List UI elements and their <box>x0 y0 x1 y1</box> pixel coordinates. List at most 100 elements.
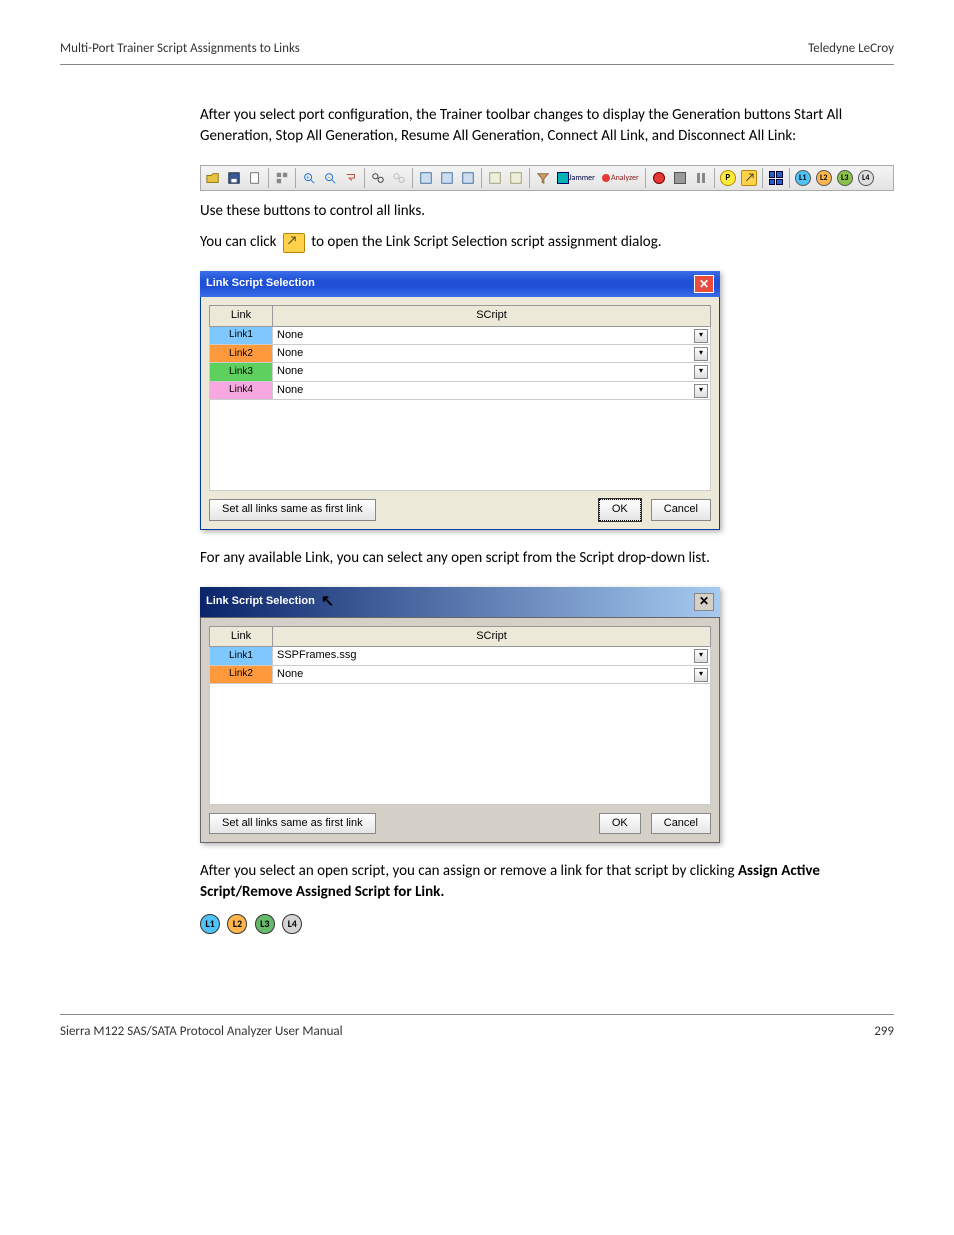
start-gen-icon[interactable] <box>416 168 436 188</box>
options-icon[interactable] <box>272 168 292 188</box>
script-cell[interactable]: None▾ <box>273 665 711 683</box>
document-icon[interactable] <box>245 168 265 188</box>
link-table: Link SCript Link1SSPFrames.ssg▾ Link2Non… <box>209 626 711 684</box>
toolbar-separator <box>789 168 790 188</box>
dialog-title: Link Script Selection <box>206 276 315 291</box>
close-icon[interactable]: ✕ <box>694 593 714 611</box>
table-empty-area <box>209 684 711 805</box>
link-script-selection-dialog-2: Link Script Selection ↖ ✕ Link SCript Li… <box>200 587 720 844</box>
paragraph-intro: After you select port configuration, the… <box>200 105 894 147</box>
link-cell: Link2 <box>210 665 273 683</box>
save-icon[interactable] <box>224 168 244 188</box>
col-script[interactable]: SCript <box>273 306 711 326</box>
dialog-title: Link Script Selection <box>206 594 315 609</box>
script-value: None <box>277 347 303 359</box>
analyzer-label: Analyzer <box>611 173 639 184</box>
trainer-toolbar: + − Jammer Analyzer P L1 L2 L3 L4 <box>200 165 894 191</box>
toolbar-separator <box>364 168 365 188</box>
dialog-body: Link SCript Link1None▾ Link2None▾ Link3N… <box>200 297 720 529</box>
close-icon[interactable]: ✕ <box>694 275 714 293</box>
quad-view-icon[interactable] <box>766 168 786 188</box>
script-value: None <box>277 329 303 341</box>
dialog-titlebar[interactable]: Link Script Selection ↖ ✕ <box>200 587 720 617</box>
paragraph-click-icon: You can click to open the Link Script Se… <box>200 232 894 253</box>
col-script[interactable]: SCript <box>273 626 711 646</box>
filter-icon[interactable] <box>533 168 553 188</box>
stop-gen-icon[interactable] <box>437 168 457 188</box>
toolbar-separator <box>645 168 646 188</box>
link-cell: Link4 <box>210 381 273 399</box>
p-button-icon[interactable]: P <box>718 168 738 188</box>
table-row: Link2None▾ <box>210 665 711 683</box>
col-link[interactable]: Link <box>210 306 273 326</box>
dropdown-icon[interactable]: ▾ <box>694 329 708 343</box>
script-cell[interactable]: SSPFrames.ssg▾ <box>273 647 711 665</box>
dropdown-icon[interactable]: ▾ <box>694 668 708 682</box>
script-cell[interactable]: None ▾ <box>273 344 711 362</box>
link3-badge-icon[interactable]: L3 <box>835 168 855 188</box>
dropdown-icon[interactable]: ▾ <box>694 649 708 663</box>
open-icon[interactable] <box>203 168 223 188</box>
cursor-icon: ↖ <box>321 591 334 613</box>
link3-badge-icon[interactable]: L3 <box>255 914 275 934</box>
link2-badge-icon[interactable]: L2 <box>814 168 834 188</box>
paragraph-use-buttons: Use these buttons to control all links. <box>200 201 894 222</box>
link-cell: Link2 <box>210 344 273 362</box>
link-cell: Link1 <box>210 647 273 665</box>
paragraph-assign: After you select an open script, you can… <box>200 861 894 903</box>
header-left: Multi-Port Trainer Script Assignments to… <box>60 40 300 58</box>
set-all-button[interactable]: Set all links same as first link <box>209 813 376 834</box>
jammer-label: Jammer <box>569 173 595 184</box>
toolbar-separator <box>529 168 530 188</box>
wrap-icon[interactable] <box>341 168 361 188</box>
svg-text:−: − <box>327 173 330 181</box>
dialog-titlebar[interactable]: Link Script Selection ✕ <box>200 271 720 297</box>
connect-icon[interactable] <box>485 168 505 188</box>
ok-button[interactable]: OK <box>599 499 641 520</box>
zoom-in-icon[interactable]: + <box>299 168 319 188</box>
link2-badge-icon[interactable]: L2 <box>227 914 247 934</box>
toolbar-separator <box>714 168 715 188</box>
text-fragment: After you select an open script, you can… <box>200 862 738 880</box>
toolbar-separator <box>481 168 482 188</box>
pause-icon[interactable] <box>691 168 711 188</box>
col-link[interactable]: Link <box>210 626 273 646</box>
dropdown-icon[interactable]: ▾ <box>694 384 708 398</box>
footer-left: Sierra M122 SAS/SATA Protocol Analyzer U… <box>60 1023 343 1041</box>
link-badge-row: L1 L2 L3 L4 <box>200 913 894 934</box>
script-value: None <box>277 365 303 377</box>
cancel-button[interactable]: Cancel <box>651 813 711 834</box>
cancel-button[interactable]: Cancel <box>651 499 711 520</box>
dialog-button-row: Set all links same as first link OK Canc… <box>209 813 711 834</box>
set-all-button[interactable]: Set all links same as first link <box>209 499 376 520</box>
script-cell[interactable]: None ▾ <box>273 363 711 381</box>
link1-badge-icon[interactable]: L1 <box>200 914 220 934</box>
disconnect-icon[interactable] <box>506 168 526 188</box>
analyzer-icon[interactable]: Analyzer <box>599 168 642 188</box>
dropdown-icon[interactable]: ▾ <box>694 347 708 361</box>
toolbar-separator <box>762 168 763 188</box>
script-cell[interactable]: None ▾ <box>273 326 711 344</box>
link-cell: Link3 <box>210 363 273 381</box>
dropdown-icon[interactable]: ▾ <box>694 365 708 379</box>
jammer-icon[interactable]: Jammer <box>554 168 598 188</box>
svg-text:+: + <box>306 173 309 181</box>
link-script-icon[interactable] <box>739 168 759 188</box>
table-row: Link4 None ▾ <box>210 381 711 399</box>
ok-button[interactable]: OK <box>599 813 641 834</box>
text-fragment: to open the Link Script Selection script… <box>311 233 661 251</box>
script-cell[interactable]: None ▾ <box>273 381 711 399</box>
link1-badge-icon[interactable]: L1 <box>793 168 813 188</box>
find-next-icon[interactable] <box>389 168 409 188</box>
find-icon[interactable] <box>368 168 388 188</box>
dialog-button-row: Set all links same as first link OK Canc… <box>209 499 711 520</box>
record-icon[interactable] <box>649 168 669 188</box>
script-value: None <box>277 384 303 396</box>
content-area: After you select port configuration, the… <box>200 105 894 934</box>
link4-badge-icon[interactable]: L4 <box>856 168 876 188</box>
link4-badge-icon[interactable]: L4 <box>282 914 302 934</box>
zoom-out-icon[interactable]: − <box>320 168 340 188</box>
table-row: Link1SSPFrames.ssg▾ <box>210 647 711 665</box>
resume-gen-icon[interactable] <box>458 168 478 188</box>
stop-icon[interactable] <box>670 168 690 188</box>
